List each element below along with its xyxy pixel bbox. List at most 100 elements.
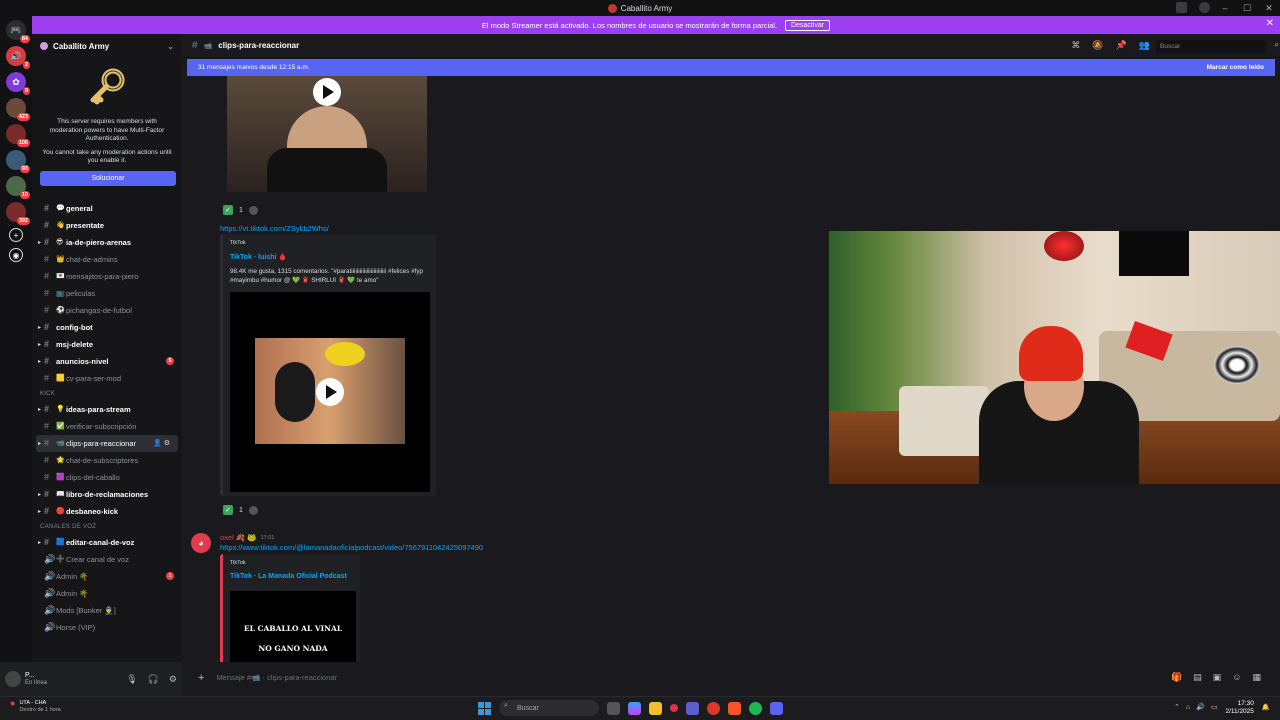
brave-icon[interactable] (728, 701, 741, 715)
video-thumbnail[interactable]: EL CABALLO AL VINAL NO GANO NADA (230, 591, 356, 662)
volume-icon[interactable]: 🔊 (1196, 704, 1205, 712)
pin-icon[interactable]: 📌 (1116, 40, 1127, 51)
sidebar-channel[interactable]: 🔊 Mods [Bunker 👮‍♂️] (32, 602, 182, 619)
new-messages-bar[interactable]: 31 mensajes nuevos desde 12:15 a.m. Marc… (187, 59, 1275, 76)
battery-icon[interactable]: ▭ (1211, 704, 1218, 712)
server-icon[interactable]: 423 (6, 98, 30, 121)
sidebar-channel[interactable]: # ⚽ pichangas-de-futbol (32, 302, 182, 319)
sidebar-channel[interactable]: # 📺 peliculas (32, 285, 182, 302)
explore-icon[interactable]: ◉ (9, 248, 23, 262)
video-thumbnail[interactable] (230, 292, 430, 492)
sidebar-channel[interactable]: 🔊 ➕ Crear canal de voz (32, 551, 182, 568)
home-button[interactable]: 🎮 84 (6, 20, 30, 43)
mark-read-button[interactable]: Marcar como leído (1207, 64, 1264, 71)
server-icon[interactable]: 10 (6, 176, 30, 199)
sidebar-channel[interactable]: 🔊 Horse (VIP) (32, 619, 182, 636)
threads-icon[interactable]: ⌘ (1071, 40, 1080, 51)
close-banner-icon[interactable]: ✕ (1266, 18, 1274, 29)
maximize-button[interactable]: ☐ (1236, 0, 1258, 16)
add-reaction-icon[interactable] (248, 505, 258, 515)
sidebar-channel[interactable]: # 💬 general (32, 200, 182, 217)
play-button[interactable] (316, 378, 344, 406)
sidebar-channel[interactable]: ▸ # 😎 ia-de-piero-arenas (32, 234, 182, 251)
gift-icon[interactable]: 🎁 (1171, 672, 1182, 683)
search-input[interactable]: Buscar (1156, 40, 1266, 53)
sidebar-channel[interactable]: ▸ # 🔴 desbaneo-kick (32, 503, 182, 520)
server-icon[interactable]: ✿ 9 (6, 72, 30, 95)
sidebar-channel[interactable]: # 👑 chat-de-admins (32, 251, 182, 268)
tiktok-link[interactable]: https://www.tiktok.com/@lamanadaoficialp… (220, 543, 483, 552)
sidebar-channel[interactable]: ▸ # 📖 libro-de-reclamaciones (32, 486, 182, 503)
reaction-bar[interactable]: ✓ 1 (223, 505, 258, 515)
discord-icon[interactable] (770, 701, 783, 715)
reaction-bar[interactable]: ✓ 1 (223, 205, 258, 215)
taskbar-search[interactable]: ⌕ Buscar (499, 700, 599, 716)
server-icon[interactable]: 392 (6, 202, 30, 225)
notification-icon[interactable]: 🔔 (1262, 704, 1270, 712)
add-reaction-icon[interactable] (248, 205, 258, 215)
video-thumbnail[interactable] (227, 76, 427, 192)
chrome-icon[interactable] (707, 701, 720, 715)
teams-icon[interactable] (686, 701, 699, 715)
apps-icon[interactable]: ▦ (1252, 672, 1261, 683)
server-header[interactable]: Caballito Army ⌄ (32, 34, 182, 58)
microphone-icon[interactable]: 🎙 (126, 674, 137, 685)
avatar[interactable] (5, 671, 21, 687)
add-server-icon[interactable]: + (9, 228, 23, 242)
task-view-icon[interactable] (607, 701, 620, 715)
members-icon[interactable]: 👥 (1139, 40, 1150, 51)
tiktok-link[interactable]: https://vt.tiktok.com/ZSykb2Whs/ (220, 224, 329, 233)
app-icon[interactable] (670, 704, 678, 712)
author-name[interactable]: oxel 🍂 🐸 (220, 533, 257, 542)
sidebar-channel[interactable]: # 👋 presentate (32, 217, 182, 234)
add-attachment-icon[interactable]: + (198, 672, 204, 684)
close-window-button[interactable]: ✕ (1258, 0, 1280, 16)
discord-avatar-icon[interactable]: ◕ (191, 533, 211, 553)
sidebar-channel[interactable]: # 🟪 clips-del-caballo (32, 469, 182, 486)
embed-title[interactable]: TikTok · La Manada Oficial Podcast (230, 573, 347, 580)
server-icon[interactable]: 🔊 2 (6, 46, 30, 69)
channel-category[interactable]: KICK (32, 387, 182, 401)
network-icon[interactable]: ⌂ (1186, 704, 1190, 712)
weather-widget[interactable]: ● UTA - CHA Dentro de 1 hora (10, 699, 61, 714)
sidebar-channel[interactable]: 🔊 Admin 🌴 (32, 585, 182, 602)
chevron-up-icon[interactable]: ⌃ (1174, 704, 1180, 712)
bell-icon[interactable]: 🔕 (1092, 40, 1103, 51)
server-icon[interactable]: 106 (6, 124, 30, 147)
channel-settings-icon[interactable]: 👤 ⚙ (153, 439, 170, 447)
message-author[interactable]: oxel 🍂 🐸 17:01 (220, 533, 274, 542)
channel-emoji: 🟨 (56, 375, 65, 382)
play-button[interactable] (313, 78, 341, 106)
sidebar-channel[interactable]: # ✅ verificar-subscripción (32, 418, 182, 435)
fix-mfa-button[interactable]: Solucionar (40, 170, 176, 186)
file-explorer-icon[interactable] (649, 701, 662, 715)
inbox-icon[interactable] (1176, 2, 1187, 13)
headphones-icon[interactable]: 🎧 (148, 674, 159, 685)
channel-category[interactable]: CANALES DE VOZ (32, 520, 182, 534)
gear-icon[interactable]: ⚙ (169, 674, 177, 685)
windows-start-icon[interactable] (478, 701, 491, 715)
sidebar-channel[interactable]: ▸ # anuncios-nivel 5 (32, 353, 182, 370)
sidebar-channel[interactable]: # 💌 mensajitos-para-piero (32, 268, 182, 285)
sidebar-channel[interactable]: 🔊 Admin 🌴 1 (32, 568, 182, 585)
disable-streamer-button[interactable]: Desactivar (785, 19, 831, 31)
emoji-icon[interactable]: ☺ (1232, 672, 1241, 683)
spotify-icon[interactable] (749, 701, 762, 715)
sidebar-channel[interactable]: ▸ # 📹 clips-para-reaccionar 👤 ⚙ (36, 434, 178, 452)
sidebar-channel[interactable]: ▸ # 💡 ideas-para-stream (32, 401, 182, 418)
gif-icon[interactable]: ▤ (1193, 672, 1202, 683)
server-icon[interactable]: 93 (6, 150, 30, 173)
sticker-icon[interactable]: ▣ (1213, 672, 1222, 683)
embed-title[interactable]: TikTok · luishi 🩸 (230, 253, 287, 261)
help-icon[interactable] (1199, 2, 1210, 13)
message-input[interactable]: Mensaje #📹 · clips-para-reaccionar (216, 673, 337, 682)
chevron-down-icon[interactable]: ⌄ (167, 42, 174, 51)
sidebar-channel[interactable]: ▸ # 🟦 editar-canal-de-voz (32, 534, 182, 551)
sidebar-channel[interactable]: # 🌟 chat-de-subscriptores (32, 452, 182, 469)
sidebar-channel[interactable]: ▸ # config-bot (32, 319, 182, 336)
hashtag-icon: # (44, 322, 50, 332)
copilot-icon[interactable] (628, 701, 641, 715)
sidebar-channel[interactable]: # 🟨 cv-para-ser-mod (32, 370, 182, 387)
minimize-button[interactable]: – (1214, 0, 1236, 16)
sidebar-channel[interactable]: ▸ # msj-delete (32, 336, 182, 353)
